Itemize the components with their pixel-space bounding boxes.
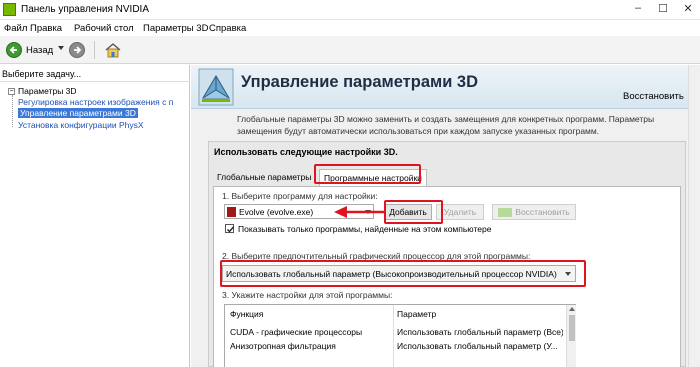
page-title: Управление параметрами 3D (241, 73, 479, 91)
settings-table: Функция Параметр CUDA - графические проц… (224, 304, 576, 367)
table-scrollbar[interactable] (566, 305, 576, 367)
table-row-parameter[interactable]: Использовать глобальный параметр (Все) (397, 327, 563, 337)
menu-3d-settings[interactable]: Параметры 3D (143, 23, 208, 34)
main-panel: Управление параметрами 3D Восстановить ▲… (191, 65, 700, 367)
checkbox-label: Показывать только программы, найденные н… (238, 224, 492, 234)
table-row-function[interactable]: CUDA - графические процессоры (230, 327, 390, 337)
tree-root-3d-settings[interactable]: − Параметры 3D (8, 86, 77, 96)
home-icon[interactable] (104, 41, 122, 59)
maximize-button[interactable]: ☐ (655, 2, 671, 16)
column-divider (393, 305, 394, 367)
restore-button-label: Восстановить (515, 207, 570, 217)
scroll-up-icon[interactable] (569, 307, 575, 311)
nvidia-app-icon (3, 3, 16, 16)
group-title: Использовать следующие настройки 3D. (214, 147, 398, 157)
toolbar-separator (94, 41, 95, 59)
forward-arrow-icon[interactable] (69, 42, 85, 58)
menu-file[interactable]: Файл (4, 23, 27, 34)
restore-defaults-link[interactable]: Восстановить (623, 91, 684, 102)
highlight-program-tab (314, 164, 421, 184)
chevron-down-icon[interactable] (365, 210, 371, 214)
history-dropdown-icon[interactable] (58, 46, 64, 50)
program-select-value: Evolve (evolve.exe) (239, 207, 314, 217)
show-found-programs-checkbox[interactable] (225, 224, 235, 233)
page-description: Глобальные параметры 3D можно заменить и… (237, 114, 655, 136)
game-icon (227, 207, 236, 217)
tree-connector (12, 95, 13, 127)
sidebar-item-manage-3d[interactable]: Управление параметрами 3D (18, 108, 138, 118)
page-banner: Управление параметрами 3D Восстановить ▲ (191, 65, 700, 109)
close-button[interactable]: ✕ (680, 2, 696, 16)
divider (0, 81, 190, 82)
step1-label: 1. Выберите программу для настройки: (222, 191, 378, 201)
scroll-thumb[interactable] (569, 315, 575, 341)
table-row-parameter[interactable]: Использовать глобальный параметр (У... (397, 341, 563, 351)
sidebar-item-physx[interactable]: Установка конфигурации PhysX (18, 120, 144, 130)
window-title: Панель управления NVIDIA (21, 4, 149, 15)
toolbar: Назад (0, 36, 700, 64)
restore-button[interactable]: Восстановить (492, 204, 576, 220)
highlight-add-button (384, 200, 443, 224)
task-panel: Выберите задачу... − Параметры 3D Регулир… (0, 65, 190, 367)
tree-root-label: Параметры 3D (18, 86, 77, 96)
minimize-button[interactable]: – (630, 2, 646, 16)
table-row-function[interactable]: Анизотропная фильтрация (230, 341, 390, 351)
menu-bar: Файл Правка Рабочий стол Параметры 3D Сп… (0, 20, 700, 36)
main-scrollbar[interactable] (688, 65, 700, 367)
remove-button[interactable]: Удалить (436, 204, 484, 220)
highlight-gpu-select (220, 260, 586, 287)
settings-group: Использовать следующие настройки 3D. Гло… (208, 141, 686, 367)
tab-global-settings[interactable]: Глобальные параметры (213, 169, 316, 186)
column-header-parameter[interactable]: Параметр (397, 309, 436, 319)
back-arrow-icon[interactable] (6, 42, 22, 58)
task-header: Выберите задачу... (2, 69, 82, 79)
back-button[interactable]: Назад (26, 45, 53, 56)
column-header-function[interactable]: Функция (230, 309, 263, 319)
3d-settings-icon (198, 68, 234, 106)
menu-help[interactable]: Справка (209, 23, 246, 34)
nvidia-logo-icon (498, 208, 513, 218)
menu-edit[interactable]: Правка (30, 23, 62, 34)
step3-label: 3. Укажите настройки для этой программы: (222, 290, 393, 300)
program-select[interactable]: Evolve (evolve.exe) (224, 204, 374, 219)
title-bar: Панель управления NVIDIA – ☐ ✕ (0, 0, 700, 20)
menu-desktop[interactable]: Рабочий стол (74, 23, 134, 34)
sidebar-item-image-settings[interactable]: Регулировка настроек изображения с п (18, 97, 173, 107)
